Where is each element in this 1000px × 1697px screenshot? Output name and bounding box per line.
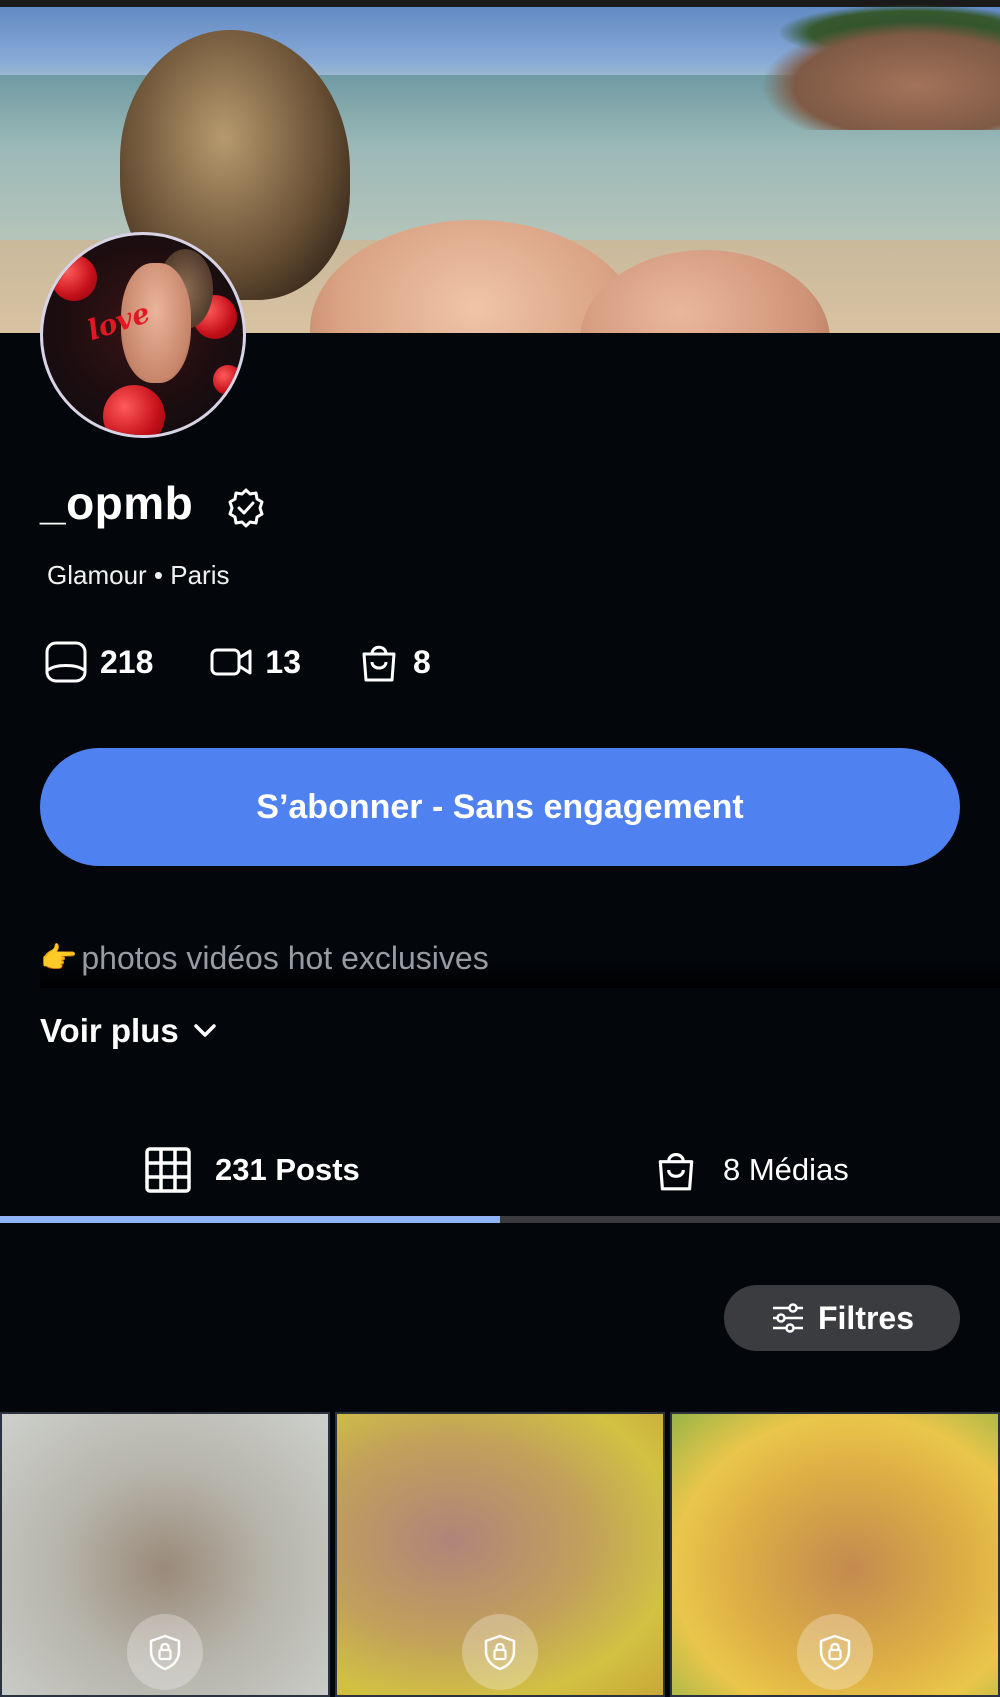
tab-medias[interactable]: 8 Médias xyxy=(653,1120,849,1220)
stat-photos: 218 xyxy=(44,640,153,684)
profile-tabs: 231 Posts 8 Médias xyxy=(0,1120,1000,1220)
lock-shield-icon xyxy=(462,1614,538,1690)
post-tile[interactable] xyxy=(670,1412,1000,1697)
profile-bio: 👉 photos vidéos hot exclusives xyxy=(40,928,1000,988)
sliders-icon xyxy=(772,1303,803,1333)
posts-grid xyxy=(0,1412,1000,1697)
grid-icon xyxy=(145,1147,191,1193)
stat-videos: 13 xyxy=(209,640,301,684)
profile-subtitle: Glamour • Paris xyxy=(47,560,230,590)
cover-rocks xyxy=(760,20,1000,130)
tab-active-indicator xyxy=(0,1216,500,1223)
voir-plus-label: Voir plus xyxy=(40,1012,179,1049)
stat-medias-count: 8 xyxy=(412,643,431,680)
tab-posts-label: 231 Posts xyxy=(215,1152,360,1187)
shopping-bag-icon xyxy=(658,1153,694,1191)
voir-plus-button[interactable]: Voir plus xyxy=(40,1012,221,1050)
tab-indicator-track xyxy=(0,1216,1000,1223)
avatar-balloon xyxy=(213,365,243,395)
subscribe-button[interactable]: S’abonner - Sans engagement xyxy=(40,748,960,866)
lock-shield-icon xyxy=(127,1614,203,1690)
profile-username: _opmb xyxy=(40,477,194,529)
post-tile[interactable] xyxy=(0,1412,330,1697)
avatar-balloon xyxy=(103,385,165,435)
post-tile[interactable] xyxy=(335,1412,665,1697)
filters-label: Filtres xyxy=(817,1299,915,1336)
avatar-balloon xyxy=(51,255,97,301)
tab-medias-label: 8 Médias xyxy=(723,1152,849,1187)
stat-medias: 8 xyxy=(357,640,431,684)
avatar[interactable]: love xyxy=(40,232,246,438)
chevron-down-icon xyxy=(194,1024,216,1037)
video-icon xyxy=(210,648,252,676)
filters-button[interactable]: Filtres xyxy=(724,1285,960,1351)
photo-icon xyxy=(45,641,87,683)
tab-posts[interactable]: 231 Posts xyxy=(145,1120,360,1220)
profile-stats: 218 13 8 xyxy=(44,640,487,684)
verified-badge-icon xyxy=(225,487,267,529)
lock-shield-icon xyxy=(797,1614,873,1690)
stat-videos-count: 13 xyxy=(265,643,301,680)
shopping-bag-icon xyxy=(362,645,396,682)
pointing-finger-icon: 👉 xyxy=(40,941,78,975)
bio-text: photos vidéos hot exclusives xyxy=(81,939,489,976)
stat-photos-count: 218 xyxy=(100,643,154,680)
